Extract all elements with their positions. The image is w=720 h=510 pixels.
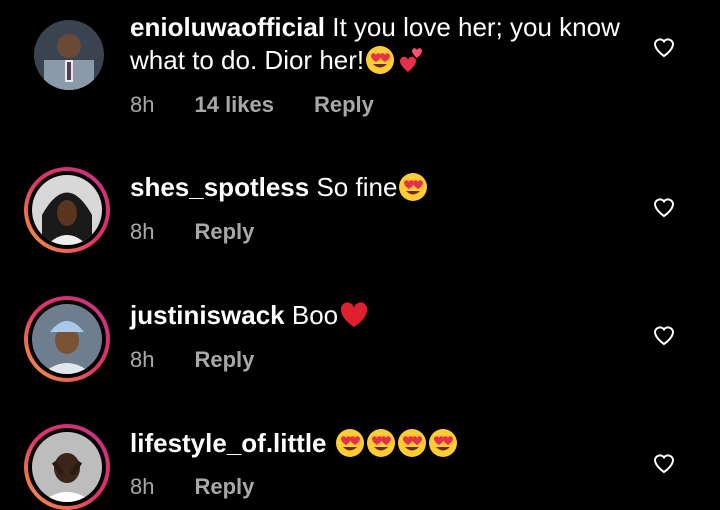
likes-count[interactable]: 14 likes: [194, 92, 274, 118]
comment-text: lifestyle_of.little: [130, 427, 630, 460]
like-heart-icon[interactable]: [652, 324, 676, 346]
comment-time: 8h: [130, 347, 155, 372]
heart-eyes-emoji-icon: [428, 429, 457, 457]
comment-meta: 8h Reply: [130, 219, 254, 245]
reply-button[interactable]: Reply: [314, 92, 374, 118]
reply-button[interactable]: Reply: [194, 347, 254, 373]
comment-meta: 8h 14 likes Reply: [130, 92, 374, 118]
comment-time: 8h: [130, 219, 155, 244]
comment-text: shes_spotless So fine: [130, 171, 630, 204]
comment-username[interactable]: enioluwaofficial: [130, 12, 325, 42]
avatar[interactable]: [24, 12, 110, 98]
heart-eyes-emoji-icon: [399, 173, 428, 201]
comment-username[interactable]: shes_spotless: [130, 172, 309, 202]
two-hearts-emoji-icon: [400, 48, 423, 72]
comment-body: Boo: [291, 300, 339, 330]
comment-meta: 8h Reply: [130, 474, 254, 500]
avatar[interactable]: [24, 167, 110, 253]
heart-eyes-emoji-icon: [366, 46, 395, 74]
comment-body: So fine: [316, 172, 398, 202]
like-heart-icon[interactable]: [652, 196, 676, 218]
reply-button[interactable]: Reply: [194, 219, 254, 245]
like-heart-icon[interactable]: [652, 452, 676, 474]
comment-text: justiniswack Boo: [130, 299, 630, 332]
avatar-image: [32, 432, 102, 502]
like-heart-icon[interactable]: [652, 36, 676, 58]
red-heart-emoji-icon: [341, 302, 368, 327]
avatar-image: [32, 175, 102, 245]
heart-eyes-emoji-icon: [366, 429, 395, 457]
comment-username[interactable]: lifestyle_of.little: [130, 428, 327, 458]
comment-text: enioluwaofficial It you love her; you kn…: [130, 11, 630, 77]
heart-eyes-emoji-icon: [335, 429, 364, 457]
comment-meta: 8h Reply: [130, 347, 254, 373]
avatar[interactable]: [24, 296, 110, 382]
comment-username[interactable]: justiniswack: [130, 300, 285, 330]
comment-time: 8h: [130, 474, 155, 499]
avatar[interactable]: [24, 424, 110, 510]
heart-eyes-emoji-icon: [397, 429, 426, 457]
reply-button[interactable]: Reply: [194, 474, 254, 500]
avatar-image: [34, 20, 104, 90]
avatar-image: [32, 304, 102, 374]
comment-time: 8h: [130, 92, 155, 117]
